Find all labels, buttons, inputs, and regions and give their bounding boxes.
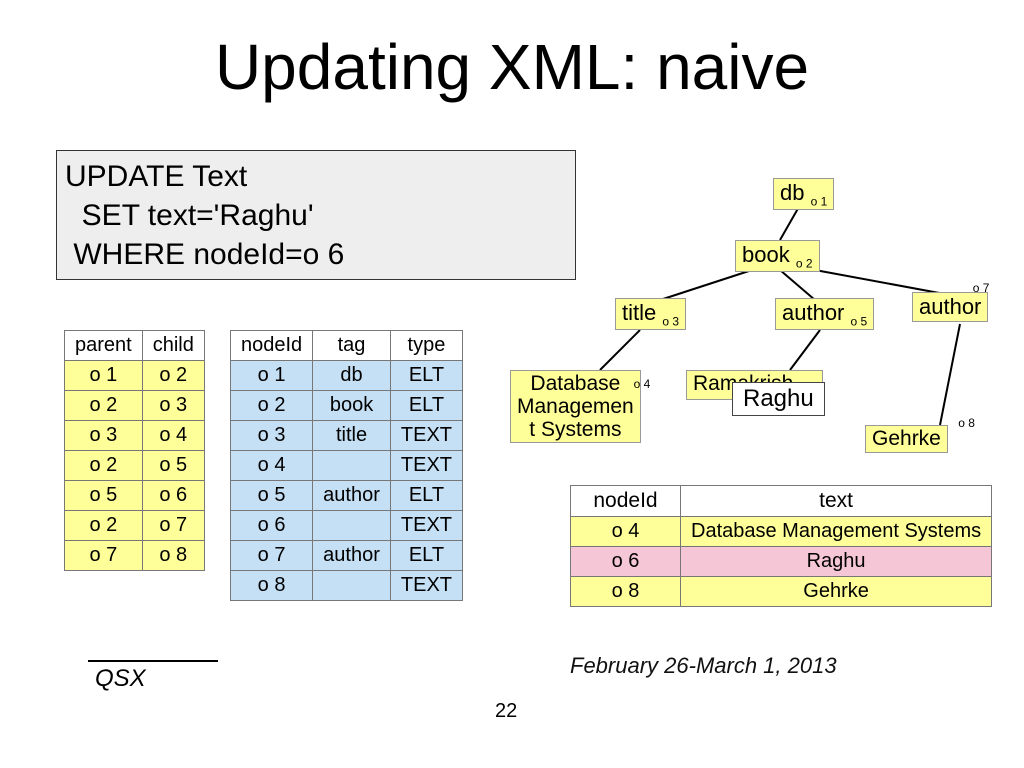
table-row: o 5o 6 [65, 481, 205, 511]
tree-node-author2-id: o 7 [973, 281, 990, 295]
tree-leaf-title-line3: t Systems [529, 418, 621, 441]
tree-node-author1-label: author [782, 300, 844, 325]
tree-node-book-id: o 2 [796, 256, 813, 270]
table-row: o 7o 8 [65, 541, 205, 571]
tree-node-author1-id: o 5 [851, 314, 868, 328]
tree-leaf-title-line1: Database [530, 372, 620, 395]
table-row: o 5authorELT [231, 481, 463, 511]
col-child: child [142, 331, 204, 361]
table-row: o 2o 5 [65, 451, 205, 481]
table-row: o 7authorELT [231, 541, 463, 571]
table-row: o 1o 2 [65, 361, 205, 391]
col-tag: tag [313, 331, 391, 361]
table-row: o 4 Database Management Systems [571, 517, 992, 547]
tree-node-book-label: book [742, 242, 790, 267]
table-row: o 1dbELT [231, 361, 463, 391]
table-row: o 3o 4 [65, 421, 205, 451]
footer-qsx: QSX [95, 665, 146, 693]
table-row: o 2o 7 [65, 511, 205, 541]
footer-date: February 26-March 1, 2013 [570, 653, 837, 679]
tree-node-title-label: title [622, 300, 656, 325]
tree-node-author2: author o 7 [912, 292, 988, 322]
tree-node-title: title o 3 [615, 298, 686, 330]
footer-separator [88, 660, 218, 662]
tree-leaf-author1-new-label: Raghu [743, 385, 814, 412]
tree-node-title-id: o 3 [662, 314, 679, 328]
table-row: nodeId text [571, 486, 992, 517]
page-number: 22 [495, 700, 517, 723]
table-row-highlighted: o 6 Raghu [571, 547, 992, 577]
tree-node-db: db o 1 [773, 178, 834, 210]
col-type: type [390, 331, 462, 361]
tree-node-db-id: o 1 [811, 194, 828, 208]
tree-leaf-title-line2: Managemen [517, 395, 634, 418]
col-nodeid: nodeId [571, 486, 681, 517]
col-text: text [681, 486, 992, 517]
table-row: o 8 Gehrke [571, 577, 992, 607]
table-row: o 2bookELT [231, 391, 463, 421]
tree-node-author2-label: author [919, 294, 981, 319]
sql-line-1: UPDATE Text [65, 157, 567, 196]
sql-line-3: WHERE nodeId=o 6 [65, 235, 567, 274]
table-row: o 2o 3 [65, 391, 205, 421]
table-row: o 4TEXT [231, 451, 463, 481]
tree-leaf-author1-new: Raghu [732, 382, 825, 416]
tree-leaf-author2-text: Gehrke o 8 [865, 425, 948, 453]
table-row: o 6TEXT [231, 511, 463, 541]
tree-node-book: book o 2 [735, 240, 820, 272]
tree-node-author1: author o 5 [775, 298, 874, 330]
table-row: parent child [65, 331, 205, 361]
col-parent: parent [65, 331, 143, 361]
tree-leaf-author2-id: o 8 [958, 416, 975, 430]
sql-line-2: SET text='Raghu' [65, 196, 567, 235]
tree-node-db-label: db [780, 180, 804, 205]
table-row: o 8TEXT [231, 571, 463, 601]
table-node-tags: nodeId tag type o 1dbELT o 2bookELT o 3t… [230, 330, 463, 601]
table-parent-child: parent child o 1o 2 o 2o 3 o 3o 4 o 2o 5… [64, 330, 205, 571]
tree-leaf-title-id: o 4 [634, 378, 651, 391]
table-text: nodeId text o 4 Database Management Syst… [570, 485, 992, 607]
table-row: o 3titleTEXT [231, 421, 463, 451]
col-nodeid: nodeId [231, 331, 313, 361]
tree-leaf-author2-label: Gehrke [872, 427, 941, 450]
sql-update-box: UPDATE Text SET text='Raghu' WHERE nodeI… [56, 150, 576, 280]
table-row: nodeId tag type [231, 331, 463, 361]
slide-title: Updating XML: naive [0, 0, 1024, 104]
tree-leaf-title-text: Database o 4 Managemen t Systems [510, 370, 641, 443]
